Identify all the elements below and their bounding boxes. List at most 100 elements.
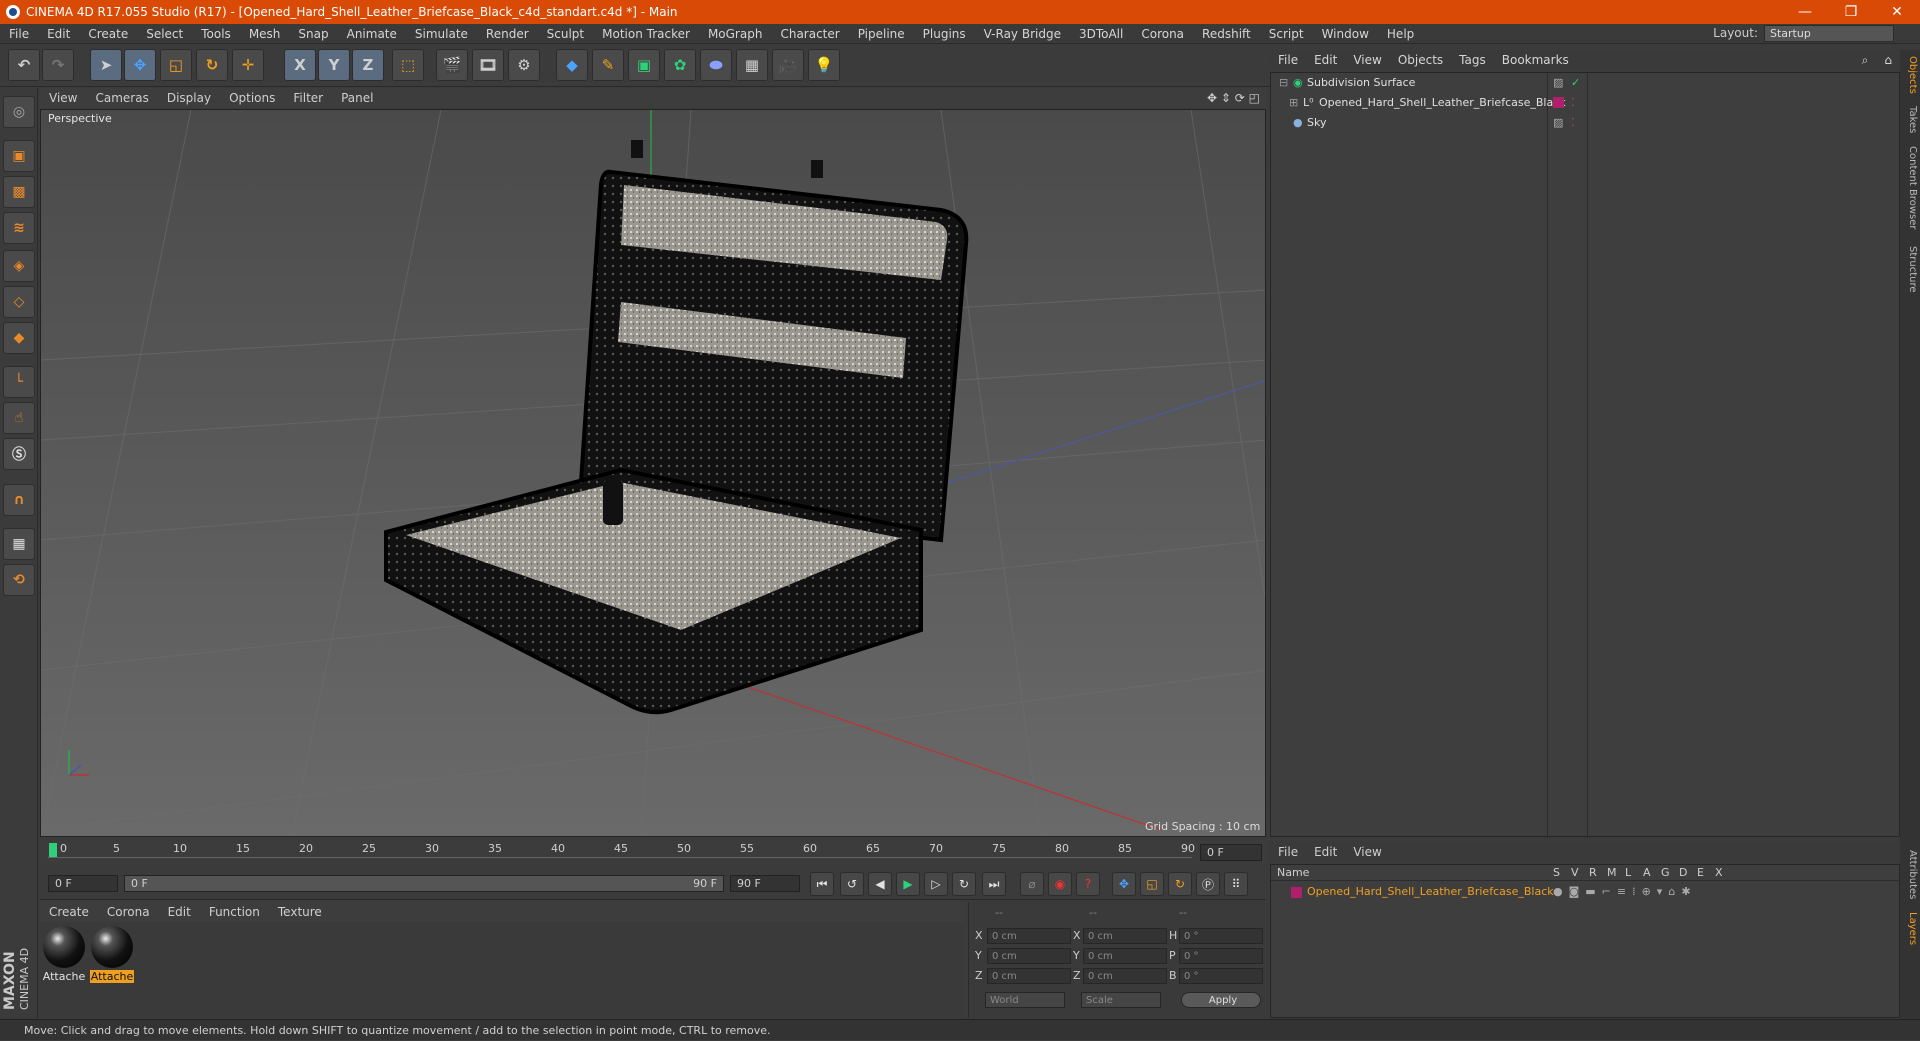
viewport-menu-view[interactable]: View bbox=[40, 91, 86, 105]
render-picture-viewer-icon[interactable]: 🎞 bbox=[472, 49, 504, 81]
menu-script[interactable]: Script bbox=[1260, 27, 1313, 41]
menu-simulate[interactable]: Simulate bbox=[406, 27, 477, 41]
key-parameter-icon[interactable]: Ⓟ bbox=[1196, 872, 1220, 896]
goto-end-icon[interactable]: ⏭ bbox=[982, 872, 1006, 896]
key-position-icon[interactable]: ✥ bbox=[1112, 872, 1136, 896]
obj-menu-objects[interactable]: Objects bbox=[1390, 53, 1451, 67]
pos-z-field[interactable]: 0 cm bbox=[987, 968, 1071, 984]
play-icon[interactable]: ▶ bbox=[896, 872, 920, 896]
render-view-icon[interactable]: 🎬 bbox=[436, 49, 468, 81]
scale-tool-icon[interactable]: ◱ bbox=[160, 49, 192, 81]
search-icon[interactable]: ⌕ bbox=[1854, 53, 1877, 68]
render-dots-icon[interactable]: ⁚ bbox=[1571, 93, 1575, 113]
tab-attributes[interactable]: Attributes bbox=[1902, 850, 1918, 899]
start-frame-field[interactable]: 0 F bbox=[48, 875, 118, 892]
material-menu-function[interactable]: Function bbox=[200, 905, 269, 919]
goto-prev-key-icon[interactable]: ↺ bbox=[840, 872, 864, 896]
render-dots-icon[interactable]: ⁚ bbox=[1571, 113, 1575, 133]
render-settings-icon[interactable]: ⚙ bbox=[508, 49, 540, 81]
end-frame-field[interactable]: 90 F bbox=[730, 875, 800, 892]
size-y-field[interactable]: 0 cm bbox=[1083, 948, 1167, 964]
layer-toggle-icons[interactable]: ●◙▬⌐≡⁞⊕▾⌂✱ bbox=[1553, 882, 1697, 902]
axis-z-lock[interactable]: Z bbox=[352, 49, 384, 81]
polygons-mode-icon[interactable]: ◆ bbox=[3, 322, 35, 354]
obj-menu-view[interactable]: View bbox=[1345, 53, 1389, 67]
camera-icon[interactable]: 🎥 bbox=[772, 49, 804, 81]
layer-menu-file[interactable]: File bbox=[1270, 845, 1306, 859]
size-z-field[interactable]: 0 cm bbox=[1083, 968, 1167, 984]
locked-workplane-icon[interactable]: ▦ bbox=[3, 528, 35, 560]
record-keys-icon[interactable]: ⌀ bbox=[1020, 872, 1044, 896]
rot-b-field[interactable]: 0 ° bbox=[1179, 968, 1263, 984]
rot-h-field[interactable]: 0 ° bbox=[1179, 928, 1263, 944]
collapse-icon[interactable]: ⊟ bbox=[1279, 73, 1288, 93]
layer-color-swatch[interactable] bbox=[1553, 97, 1564, 108]
visibility-toggle-icon[interactable]: ▨ bbox=[1553, 73, 1563, 93]
menu-corona[interactable]: Corona bbox=[1132, 27, 1193, 41]
playhead-marker[interactable] bbox=[49, 843, 57, 857]
axis-y-lock[interactable]: Y bbox=[318, 49, 350, 81]
make-editable-icon[interactable]: ◎ bbox=[3, 96, 35, 128]
material-menu-corona[interactable]: Corona bbox=[98, 905, 159, 919]
object-row[interactable]: ● Sky ▨ ⁚ bbox=[1271, 113, 1899, 133]
live-selection-icon[interactable]: ✛ bbox=[232, 49, 264, 81]
home-icon[interactable]: ⌂ bbox=[1876, 53, 1900, 67]
menu-character[interactable]: Character bbox=[771, 27, 848, 41]
material-swatch-selected[interactable]: Attache bbox=[90, 926, 134, 984]
menu-3dtoall[interactable]: 3DToAll bbox=[1070, 27, 1132, 41]
subdivision-generator-icon[interactable]: ▣ bbox=[628, 49, 660, 81]
planar-workplane-icon[interactable]: ⟲ bbox=[3, 564, 35, 596]
solo-mode-icon[interactable]: Ⓢ bbox=[3, 438, 35, 470]
viewport-menu-options[interactable]: Options bbox=[220, 91, 284, 105]
viewport-menu-cameras[interactable]: Cameras bbox=[86, 91, 157, 105]
rot-p-field[interactable]: 0 ° bbox=[1179, 948, 1263, 964]
axis-x-lock[interactable]: X bbox=[284, 49, 316, 81]
points-mode-icon[interactable]: ◈ bbox=[3, 250, 35, 282]
menu-window[interactable]: Window bbox=[1313, 27, 1378, 41]
menu-help[interactable]: Help bbox=[1378, 27, 1423, 41]
workplane-mode-icon[interactable]: ≋ bbox=[3, 212, 35, 244]
close-button[interactable]: ✕ bbox=[1874, 0, 1920, 24]
coordinate-system-icon[interactable]: ⬚ bbox=[392, 49, 424, 81]
expand-icon[interactable]: ⊞ bbox=[1289, 93, 1298, 113]
tab-objects[interactable]: Objects bbox=[1902, 56, 1918, 94]
menu-animate[interactable]: Animate bbox=[338, 27, 406, 41]
tab-takes[interactable]: Takes bbox=[1902, 106, 1918, 133]
key-rotation-icon[interactable]: ↻ bbox=[1168, 872, 1192, 896]
layer-menu-view[interactable]: View bbox=[1345, 845, 1389, 859]
rotate-tool-icon[interactable]: ↻ bbox=[196, 49, 228, 81]
menu-plugins[interactable]: Plugins bbox=[914, 27, 975, 41]
goto-start-icon[interactable]: ⏮ bbox=[810, 872, 834, 896]
coord-mode-dropdown[interactable]: Scale bbox=[1081, 992, 1161, 1008]
minimize-button[interactable]: — bbox=[1782, 0, 1828, 24]
snap-magnet-icon[interactable]: ∩ bbox=[3, 484, 35, 516]
menu-edit[interactable]: Edit bbox=[38, 27, 79, 41]
pen-spline-icon[interactable]: ✎ bbox=[592, 49, 624, 81]
keyframe-selection-icon[interactable]: ? bbox=[1076, 872, 1100, 896]
viewport-menu-panel[interactable]: Panel bbox=[332, 91, 382, 105]
material-menu-create[interactable]: Create bbox=[40, 905, 98, 919]
obj-menu-bookmarks[interactable]: Bookmarks bbox=[1494, 53, 1577, 67]
menu-select[interactable]: Select bbox=[137, 27, 192, 41]
tab-content-browser[interactable]: Content Browser bbox=[1902, 146, 1918, 229]
tab-structure[interactable]: Structure bbox=[1902, 246, 1918, 293]
light-icon[interactable]: 💡 bbox=[808, 49, 840, 81]
menu-pipeline[interactable]: Pipeline bbox=[849, 27, 914, 41]
menu-mesh[interactable]: Mesh bbox=[240, 27, 290, 41]
step-forward-icon[interactable]: ▷ bbox=[924, 872, 948, 896]
material-swatch[interactable]: Attache bbox=[42, 926, 86, 984]
step-back-icon[interactable]: ◀ bbox=[868, 872, 892, 896]
viewport-nav-icons[interactable]: ✥ ⇕ ⟳ ◰ bbox=[1198, 91, 1266, 105]
frame-range-slider[interactable]: 0 F 90 F bbox=[124, 875, 724, 892]
layer-menu-edit[interactable]: Edit bbox=[1306, 845, 1345, 859]
menu-mograph[interactable]: MoGraph bbox=[699, 27, 772, 41]
menu-tools[interactable]: Tools bbox=[192, 27, 240, 41]
layer-color-swatch[interactable] bbox=[1291, 887, 1302, 898]
timeline-ruler[interactable]: 0 5 10 15 20 25 30 35 40 45 50 55 60 65 … bbox=[40, 841, 1266, 865]
select-arrow-icon[interactable]: ➤ bbox=[90, 49, 122, 81]
menu-sculpt[interactable]: Sculpt bbox=[538, 27, 593, 41]
enabled-check-icon[interactable]: ✓ bbox=[1571, 73, 1580, 93]
key-pla-icon[interactable]: ⠿ bbox=[1224, 872, 1248, 896]
3d-viewport[interactable] bbox=[40, 109, 1266, 837]
tab-layers[interactable]: Layers bbox=[1902, 912, 1918, 945]
